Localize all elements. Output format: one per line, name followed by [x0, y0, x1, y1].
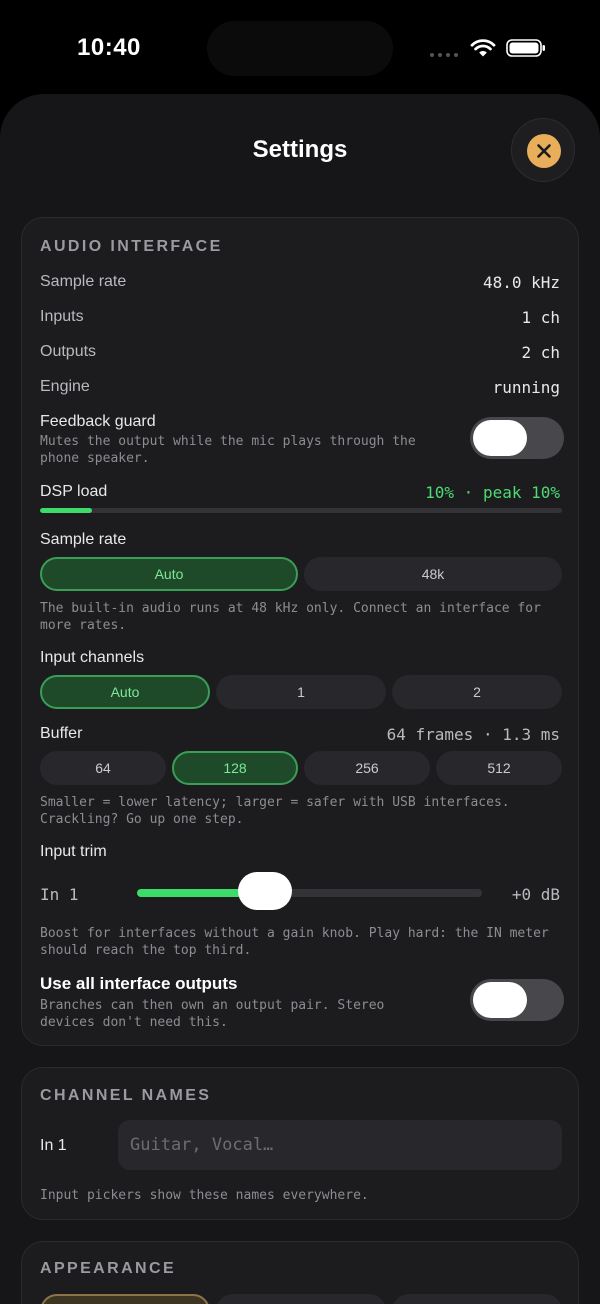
buffer-option-512[interactable]: 512	[436, 751, 562, 785]
use-all-outputs-toggle[interactable]	[470, 979, 564, 1021]
channel-name-label: In 1	[40, 1137, 67, 1154]
feedback-guard-label: Feedback guard	[40, 413, 156, 430]
input-trim-value: +0 dB	[511, 885, 560, 904]
audio-interface-card: AUDIO INTERFACE Sample rate 48.0 kHz Inp…	[21, 217, 579, 1046]
dsp-load-meter	[40, 508, 562, 513]
input-channels-option-auto[interactable]: Auto	[40, 675, 210, 709]
buffer-option-256[interactable]: 256	[304, 751, 430, 785]
engine-value: running	[492, 378, 560, 397]
use-all-outputs-hint: Branches can then own an output pair. St…	[40, 998, 385, 1030]
outputs-value: 2 ch	[521, 343, 560, 362]
close-icon	[537, 144, 551, 158]
dynamic-island	[207, 21, 393, 76]
input-trim-slider-thumb[interactable]	[237, 872, 292, 910]
close-button-disc	[527, 134, 561, 168]
dsp-load-label: DSP load	[40, 483, 108, 500]
feedback-guard-toggle[interactable]	[470, 417, 564, 459]
toggle-knob	[473, 420, 527, 456]
sample-rate-option-auto[interactable]: Auto	[40, 557, 298, 591]
input-channels-option-1[interactable]: 1	[216, 675, 386, 709]
sample-rate-option-48k[interactable]: 48k	[304, 557, 562, 591]
status-time: 10:40	[77, 34, 141, 61]
sample-rate-label: Sample rate	[40, 273, 127, 290]
appearance-option[interactable]	[392, 1294, 562, 1304]
engine-label: Engine	[40, 378, 90, 395]
section-heading: AUDIO INTERFACE	[40, 238, 223, 255]
sample-rate-hint: The built-in audio runs at 48 kHz only. …	[40, 601, 541, 633]
section-heading: CHANNEL NAMES	[40, 1087, 212, 1104]
inputs-value: 1 ch	[521, 308, 560, 327]
input-channels-label: Input channels	[40, 649, 145, 666]
channel-name-input[interactable]	[118, 1120, 562, 1170]
buffer-label: Buffer	[40, 725, 83, 742]
outputs-label: Outputs	[40, 343, 97, 360]
input-trim-label: Input trim	[40, 843, 107, 860]
input-channels-option-2[interactable]: 2	[392, 675, 562, 709]
input-trim-slider[interactable]	[137, 872, 482, 910]
sample-rate-value: 48.0 kHz	[482, 273, 560, 292]
input-trim-hint: Boost for interfaces without a gain knob…	[40, 926, 549, 958]
toggle-knob	[473, 982, 527, 1018]
input-trim-channel: In 1	[40, 885, 79, 904]
section-heading: APPEARANCE	[40, 1260, 177, 1277]
sample-rate-select-label: Sample rate	[40, 531, 127, 548]
inputs-label: Inputs	[40, 308, 84, 325]
page-title: Settings	[252, 136, 348, 163]
buffer-option-128[interactable]: 128	[172, 751, 298, 785]
dsp-load-meter-fill	[40, 508, 93, 513]
buffer-value: 64 frames · 1.3 ms	[386, 725, 560, 744]
appearance-option[interactable]	[216, 1294, 386, 1304]
buffer-hint: Smaller = lower latency; larger = safer …	[40, 795, 510, 827]
dsp-load-value: 10% · peak 10%	[425, 483, 560, 502]
channel-names-card: CHANNEL NAMES In 1 Input pickers show th…	[21, 1067, 579, 1220]
close-button[interactable]	[511, 118, 575, 182]
appearance-option-selected[interactable]	[40, 1294, 210, 1304]
cellular-signal-icon	[430, 53, 458, 57]
use-all-outputs-label: Use all interface outputs	[40, 974, 238, 993]
wifi-icon	[470, 39, 496, 57]
battery-icon	[506, 39, 545, 57]
channel-names-hint: Input pickers show these names everywher…	[40, 1188, 369, 1203]
appearance-card: APPEARANCE	[21, 1241, 579, 1304]
status-bar: 10:40	[0, 0, 600, 96]
buffer-option-64[interactable]: 64	[40, 751, 166, 785]
feedback-guard-hint: Mutes the output while the mic plays thr…	[40, 434, 416, 466]
